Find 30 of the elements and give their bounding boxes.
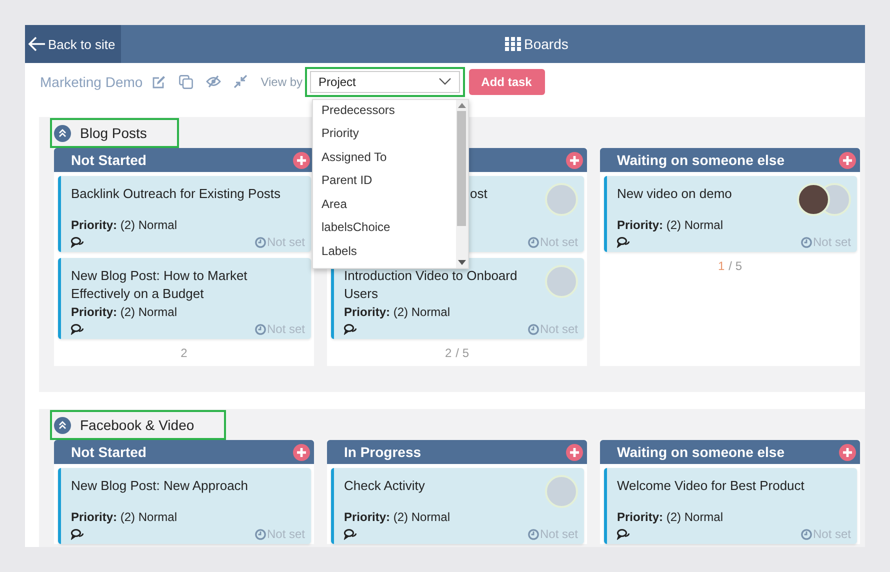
section-title: Blog Posts: [80, 125, 147, 141]
card-title: Introduction Video to Onboard Users: [344, 267, 518, 303]
column-title: In Progress: [344, 444, 422, 460]
priority-text: Priority: (2) Normal: [344, 305, 452, 319]
column-title: Waiting on someone else: [617, 444, 785, 460]
section-title: Facebook & Video: [80, 417, 194, 433]
board-name: Marketing Demo: [40, 74, 143, 90]
card-count: 2: [180, 346, 188, 360]
priority-text: Priority: (2) Normal: [617, 510, 724, 524]
priority-text: Priority: (2) Normal: [71, 218, 178, 232]
priority-text: Priority: (2) Normal: [71, 510, 178, 524]
card-limit: / 5: [728, 259, 742, 273]
card-title: New Blog Post: New Approach: [71, 477, 248, 495]
card-title: New video on demo: [617, 185, 732, 203]
card-title: ost: [469, 185, 488, 203]
card-title: New Blog Post: How to Market Effectively on a Budget: [71, 267, 248, 303]
column-title: Not Started: [71, 444, 146, 460]
card-title: Welcome Video for Best Product: [617, 477, 804, 495]
card-count: 1: [718, 259, 725, 273]
view-by-label: View by: [260, 74, 303, 88]
priority-text: Priority: (2) Normal: [71, 305, 178, 319]
column-title: Not Started: [71, 152, 146, 168]
card-title: Check Activity: [344, 477, 425, 495]
card-count: 2: [444, 346, 452, 360]
column-title: Waiting on someone else: [617, 152, 785, 168]
priority-text: Priority: (2) Normal: [344, 510, 452, 524]
card-limit: / 5: [456, 346, 470, 360]
page-title: Boards: [524, 36, 568, 52]
priority-text: Priority: (2) Normal: [617, 218, 724, 232]
card-title: Backlink Outreach for Existing Posts: [71, 185, 281, 203]
